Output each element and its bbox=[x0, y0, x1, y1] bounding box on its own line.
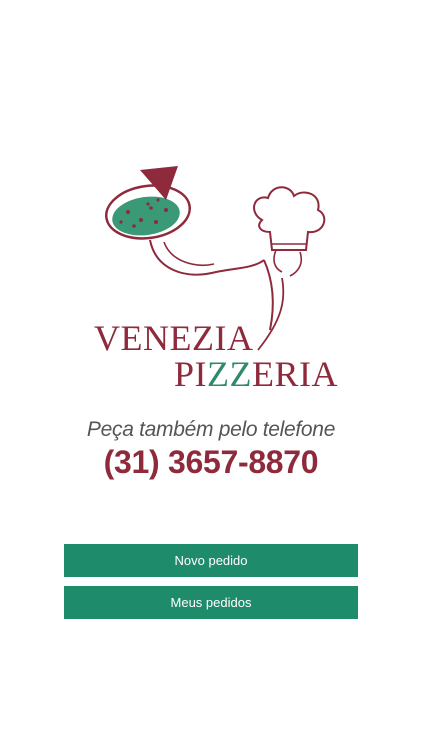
new-order-button[interactable]: Novo pedido bbox=[64, 544, 358, 577]
brand-name-line1: VENEZIA bbox=[94, 318, 254, 358]
phone-number[interactable]: (31) 3657-8870 bbox=[0, 444, 422, 481]
venezia-pizzeria-logo: VENEZIA PIZZERIA bbox=[86, 160, 346, 396]
brand-name-part3: ERIA bbox=[252, 354, 338, 394]
phone-caption: Peça também pelo telefone bbox=[86, 418, 336, 441]
my-orders-button[interactable]: Meus pedidos bbox=[64, 586, 358, 619]
brand-name-part2: ZZ bbox=[207, 354, 252, 394]
brand-name-part1: PI bbox=[174, 354, 208, 394]
brand-name-line2: PIZZERIA bbox=[174, 356, 338, 392]
